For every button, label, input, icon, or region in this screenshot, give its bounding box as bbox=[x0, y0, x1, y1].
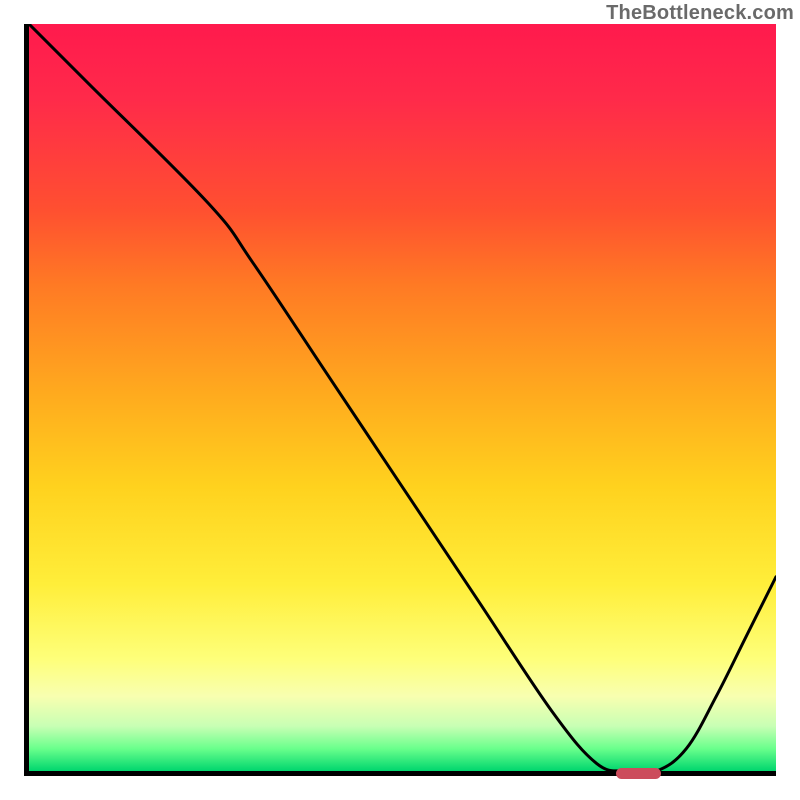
curve-svg bbox=[29, 24, 776, 771]
curve-path bbox=[29, 24, 776, 771]
plot-area bbox=[24, 24, 776, 776]
optimal-marker bbox=[616, 768, 661, 779]
watermark-text: TheBottleneck.com bbox=[606, 2, 794, 25]
chart-container: TheBottleneck.com bbox=[0, 0, 800, 800]
